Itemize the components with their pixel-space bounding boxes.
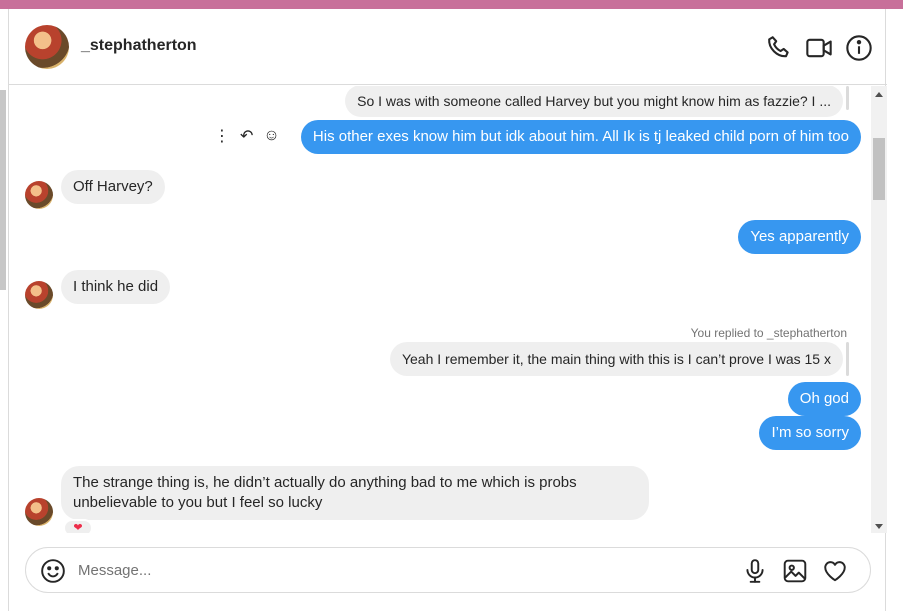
heart-icon[interactable] (822, 558, 848, 584)
message-thread[interactable]: So I was with someone called Harvey but … (9, 86, 871, 533)
outgoing-message[interactable]: Yes apparently (738, 220, 861, 254)
outgoing-message[interactable]: Oh god (787, 382, 861, 416)
emoji-icon[interactable] (40, 558, 66, 584)
message-composer (25, 547, 871, 593)
reply-indicator (846, 86, 849, 110)
window-top-accent-bar (0, 0, 903, 9)
react-emoji-icon[interactable]: ☺ (263, 127, 279, 145)
conversation-header: _stephatherton (9, 9, 887, 85)
conversation-username[interactable]: _stephatherton (81, 37, 197, 55)
reply-context-label: You replied to _stephatherton (690, 326, 847, 340)
message-input[interactable] (78, 559, 678, 581)
replied-message-preview[interactable]: So I was with someone called Harvey but … (345, 86, 843, 117)
message-actions: ⋮ ↶ ☺ (214, 125, 280, 147)
avatar[interactable] (25, 181, 53, 209)
reply-indicator (846, 342, 849, 376)
avatar[interactable] (25, 281, 53, 309)
scroll-thumb[interactable] (873, 138, 885, 200)
scroll-up-arrow-icon[interactable] (875, 92, 883, 97)
avatar[interactable] (25, 498, 53, 526)
info-icon[interactable] (845, 34, 873, 62)
replied-message-preview[interactable]: Yeah I remember it, the main thing with … (389, 342, 843, 376)
microphone-icon[interactable] (742, 558, 768, 584)
avatar[interactable] (25, 25, 69, 69)
message-line: The strange thing is, he didn’t actually… (73, 474, 577, 491)
heart-reaction[interactable]: ❤ (63, 519, 93, 533)
outgoing-message[interactable]: I’m so sorry (759, 416, 861, 450)
incoming-message[interactable]: Off Harvey? (61, 170, 165, 204)
left-scroll-edge (0, 90, 6, 290)
video-camera-icon[interactable] (805, 34, 833, 62)
message-line: unbelievable to you but I feel so lucky (73, 494, 323, 511)
incoming-message[interactable]: I think he did (61, 270, 171, 304)
outgoing-message[interactable]: His other exes know him but idk about hi… (300, 120, 861, 154)
dm-window: _stephatherton So I was with someone cal… (8, 9, 887, 611)
thread-scrollbar[interactable] (871, 86, 887, 533)
reply-icon[interactable]: ↶ (240, 126, 253, 146)
scroll-down-arrow-icon[interactable] (875, 524, 883, 529)
phone-icon[interactable] (765, 34, 793, 62)
more-options-icon[interactable]: ⋮ (214, 126, 230, 146)
image-icon[interactable] (782, 558, 808, 584)
incoming-message[interactable]: The strange thing is, he didn’t actually… (61, 466, 649, 520)
